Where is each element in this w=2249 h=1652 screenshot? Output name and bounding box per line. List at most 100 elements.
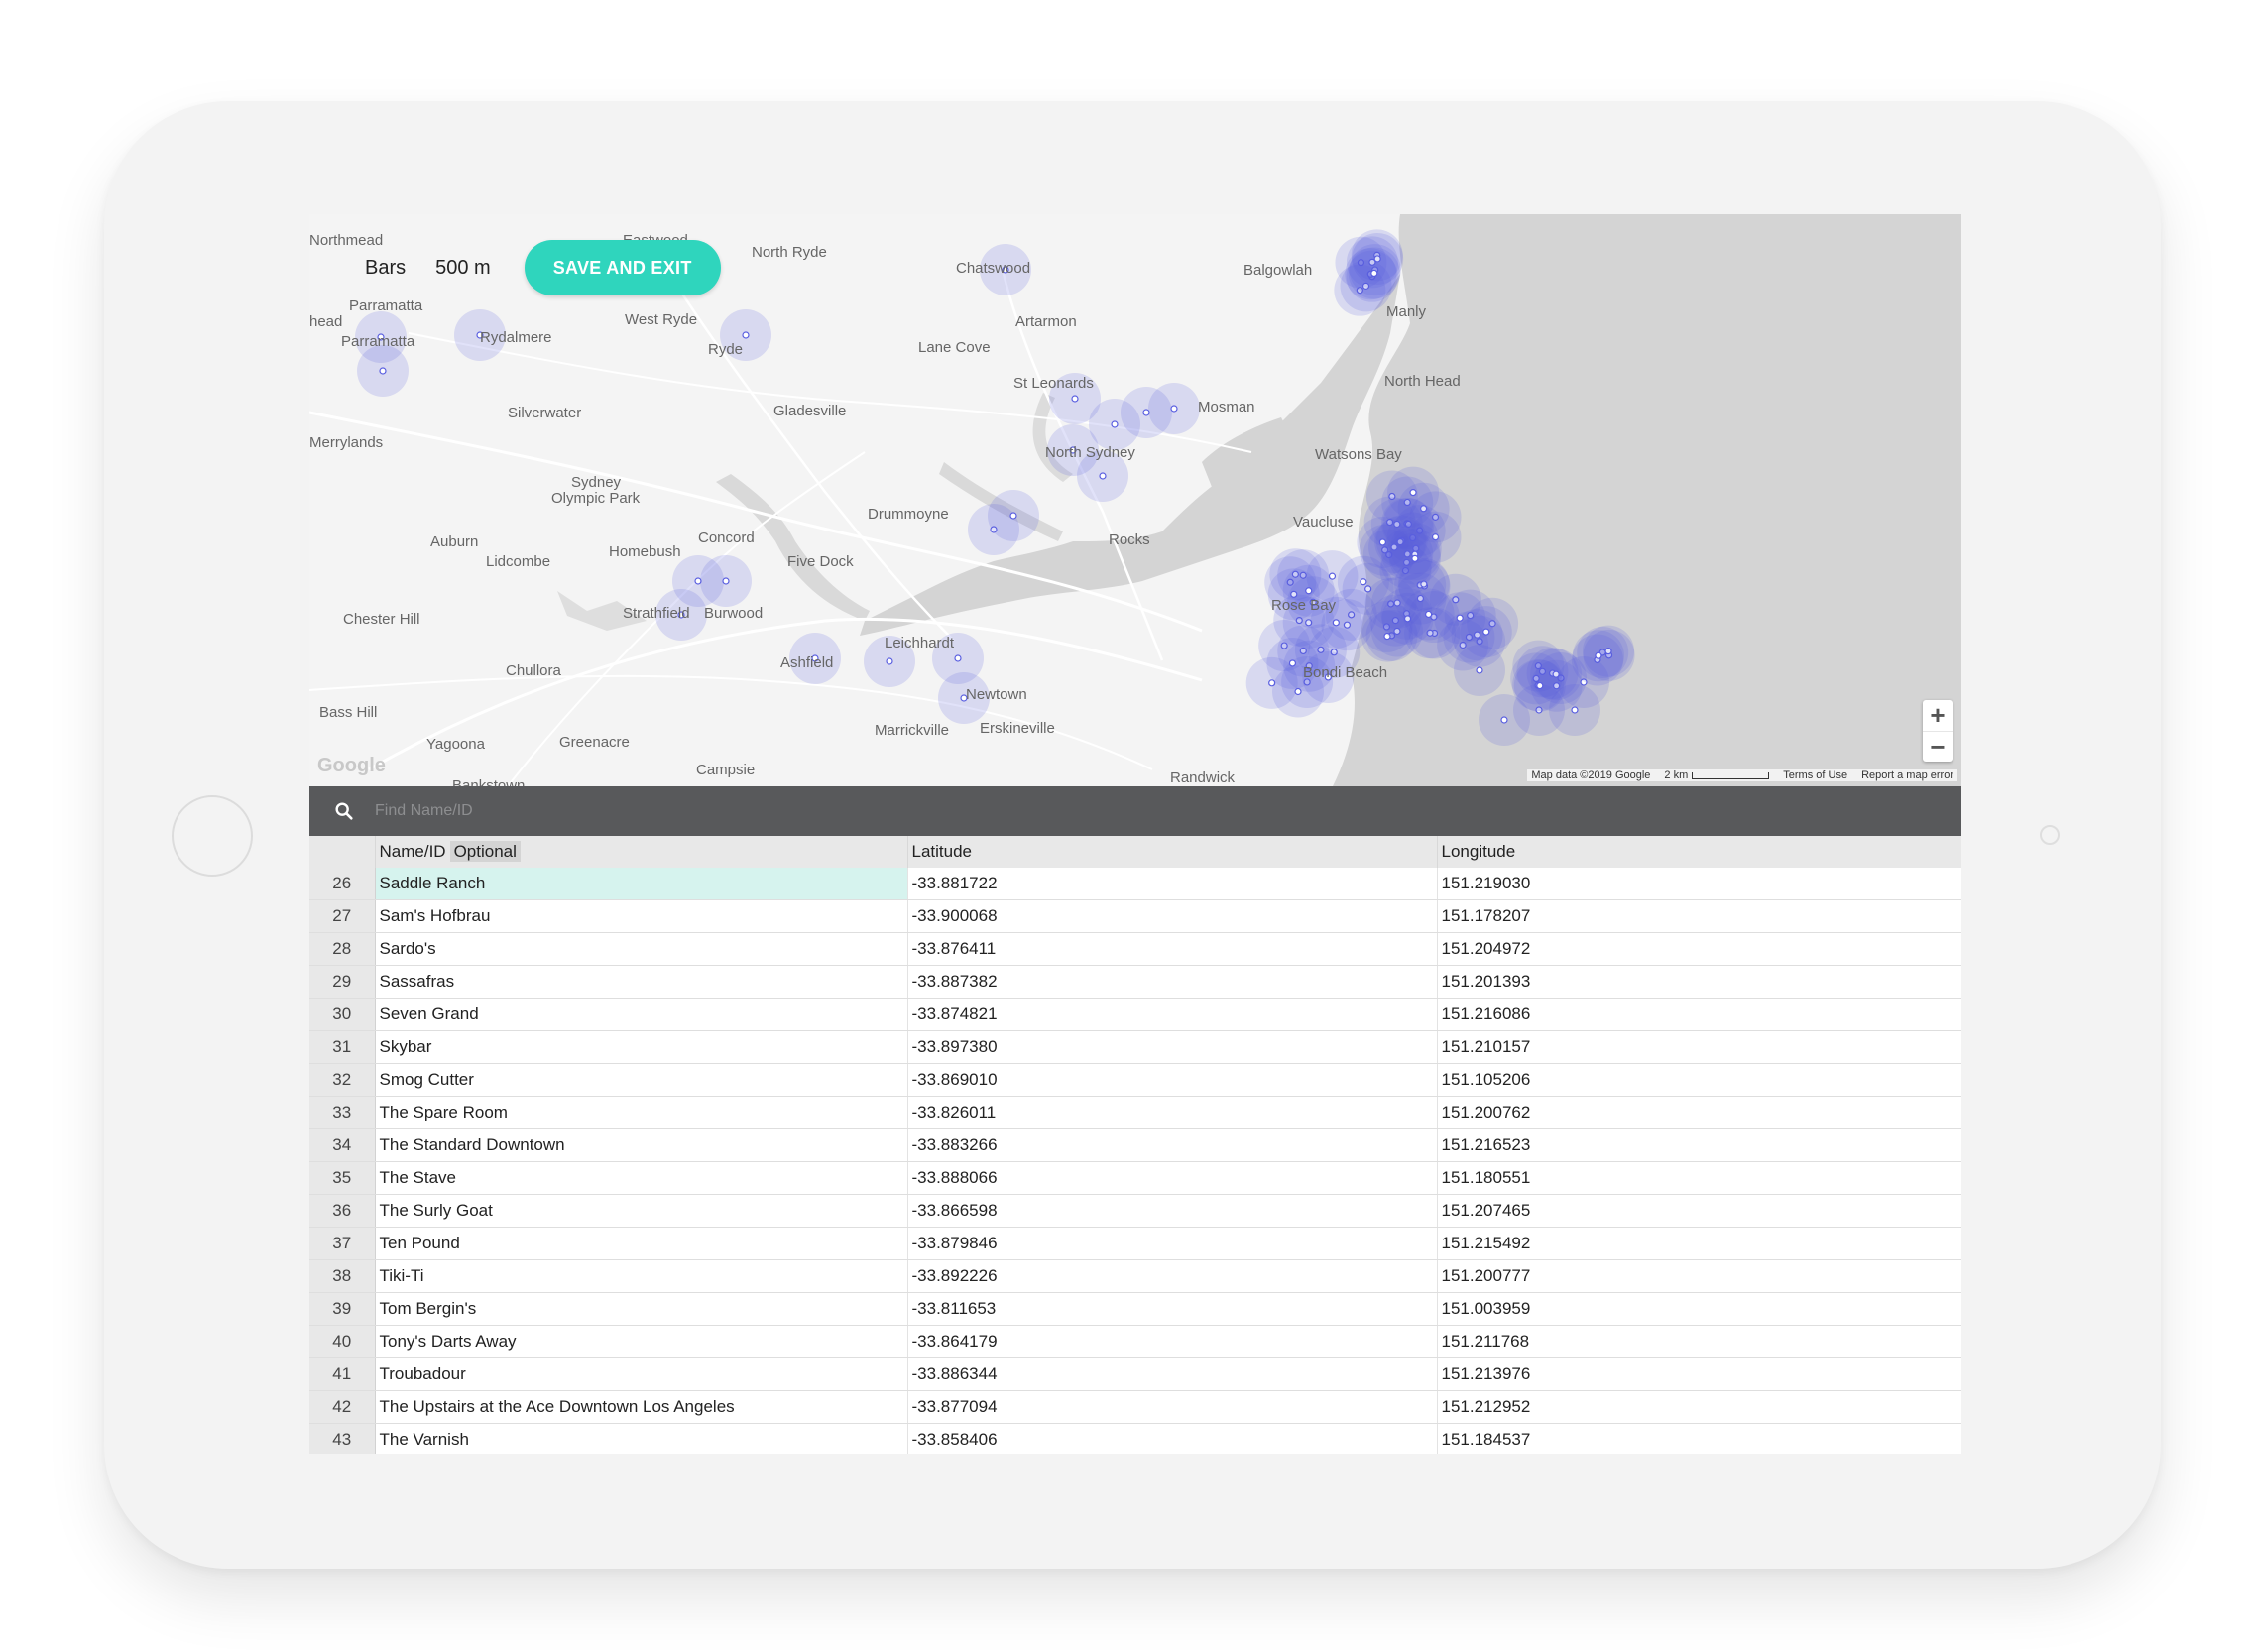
name-cell[interactable]: The Stave bbox=[375, 1161, 908, 1195]
row-index[interactable]: 28 bbox=[309, 932, 376, 966]
name-cell[interactable]: Skybar bbox=[375, 1030, 908, 1064]
table-row[interactable]: 38 Tiki-Ti -33.892226 151.200777 bbox=[309, 1259, 1961, 1293]
name-cell[interactable]: Tiki-Ti bbox=[375, 1259, 908, 1293]
report-link[interactable]: Report a map error bbox=[1861, 769, 1953, 781]
latitude-cell[interactable]: -33.858406 bbox=[907, 1423, 1438, 1454]
marker-dot[interactable] bbox=[1111, 420, 1119, 428]
radius-value[interactable]: 500 m bbox=[435, 257, 491, 280]
latitude-cell[interactable]: -33.864179 bbox=[907, 1325, 1438, 1358]
home-button[interactable] bbox=[172, 795, 253, 877]
marker-dot[interactable] bbox=[1425, 610, 1433, 619]
minus-icon[interactable]: − bbox=[1923, 732, 1953, 763]
row-index[interactable]: 38 bbox=[309, 1259, 376, 1293]
marker-dot[interactable] bbox=[1595, 651, 1602, 659]
name-cell[interactable]: The Standard Downtown bbox=[375, 1128, 908, 1162]
marker-dot[interactable] bbox=[1500, 716, 1508, 724]
longitude-cell[interactable]: 151.219030 bbox=[1437, 868, 1961, 900]
row-index[interactable]: 43 bbox=[309, 1423, 376, 1454]
marker-dot[interactable] bbox=[1476, 666, 1483, 674]
longitude-cell[interactable]: 151.213976 bbox=[1437, 1357, 1961, 1391]
longitude-cell[interactable]: 151.211768 bbox=[1437, 1325, 1961, 1358]
latitude-cell[interactable]: -33.886344 bbox=[907, 1357, 1438, 1391]
latitude-cell[interactable]: -33.892226 bbox=[907, 1259, 1438, 1293]
marker-dot[interactable] bbox=[722, 577, 730, 585]
marker-dot[interactable] bbox=[954, 654, 962, 662]
name-column-header[interactable]: Name/ID Optional bbox=[375, 836, 908, 868]
table-row[interactable]: 26 Saddle Ranch -33.881722 151.219030 bbox=[309, 868, 1961, 900]
table-row[interactable]: 28 Sardo's -33.876411 151.204972 bbox=[309, 932, 1961, 966]
table-row[interactable]: 29 Sassafras -33.887382 151.201393 bbox=[309, 965, 1961, 999]
map-view[interactable]: Northmead Eastwood North Ryde Chatswood … bbox=[309, 214, 1961, 786]
name-cell[interactable]: Sardo's bbox=[375, 932, 908, 966]
longitude-cell[interactable]: 151.200777 bbox=[1437, 1259, 1961, 1293]
name-cell[interactable]: Sassafras bbox=[375, 965, 908, 999]
table-row[interactable]: 41 Troubadour -33.886344 151.213976 bbox=[309, 1357, 1961, 1391]
marker-dot[interactable] bbox=[379, 367, 387, 375]
table-row[interactable]: 35 The Stave -33.888066 151.180551 bbox=[309, 1161, 1961, 1195]
marker-dot[interactable] bbox=[1305, 587, 1313, 595]
marker-dot[interactable] bbox=[1571, 706, 1579, 714]
longitude-cell[interactable]: 151.215492 bbox=[1437, 1227, 1961, 1260]
name-cell[interactable]: The Spare Room bbox=[375, 1096, 908, 1129]
marker-dot[interactable] bbox=[1370, 269, 1378, 278]
latitude-cell[interactable]: -33.883266 bbox=[907, 1128, 1438, 1162]
latitude-cell[interactable]: -33.866598 bbox=[907, 1194, 1438, 1228]
name-cell[interactable]: Tom Bergin's bbox=[375, 1292, 908, 1326]
table-row[interactable]: 36 The Surly Goat -33.866598 151.207465 bbox=[309, 1194, 1961, 1228]
latitude-column-header[interactable]: Latitude bbox=[907, 836, 1438, 868]
longitude-column-header[interactable]: Longitude bbox=[1437, 836, 1961, 868]
latitude-cell[interactable]: -33.888066 bbox=[907, 1161, 1438, 1195]
marker-dot[interactable] bbox=[1071, 395, 1079, 403]
name-cell[interactable]: The Upstairs at the Ace Downtown Los Ang… bbox=[375, 1390, 908, 1424]
row-index[interactable]: 31 bbox=[309, 1030, 376, 1064]
name-cell[interactable]: The Surly Goat bbox=[375, 1194, 908, 1228]
name-cell[interactable]: Seven Grand bbox=[375, 998, 908, 1031]
row-index[interactable]: 27 bbox=[309, 899, 376, 933]
save-and-exit-button[interactable]: SAVE AND EXIT bbox=[524, 240, 721, 295]
table-row[interactable]: 32 Smog Cutter -33.869010 151.105206 bbox=[309, 1063, 1961, 1097]
search-icon[interactable] bbox=[333, 800, 355, 822]
row-index[interactable]: 30 bbox=[309, 998, 376, 1031]
latitude-cell[interactable]: -33.869010 bbox=[907, 1063, 1438, 1097]
marker-dot[interactable] bbox=[1009, 512, 1017, 520]
name-cell[interactable]: Smog Cutter bbox=[375, 1063, 908, 1097]
longitude-cell[interactable]: 151.201393 bbox=[1437, 965, 1961, 999]
table-row[interactable]: 33 The Spare Room -33.826011 151.200762 bbox=[309, 1096, 1961, 1129]
longitude-cell[interactable]: 151.207465 bbox=[1437, 1194, 1961, 1228]
name-cell[interactable]: Tony's Darts Away bbox=[375, 1325, 908, 1358]
latitude-cell[interactable]: -33.876411 bbox=[907, 932, 1438, 966]
row-index[interactable]: 26 bbox=[309, 868, 376, 900]
marker-dot[interactable] bbox=[1456, 614, 1464, 622]
search-input[interactable] bbox=[373, 801, 873, 821]
longitude-cell[interactable]: 151.216086 bbox=[1437, 998, 1961, 1031]
name-cell[interactable]: The Varnish bbox=[375, 1423, 908, 1454]
table-row[interactable]: 39 Tom Bergin's -33.811653 151.003959 bbox=[309, 1292, 1961, 1326]
latitude-cell[interactable]: -33.897380 bbox=[907, 1030, 1438, 1064]
row-index[interactable]: 33 bbox=[309, 1096, 376, 1129]
table-row[interactable]: 40 Tony's Darts Away -33.864179 151.211768 bbox=[309, 1325, 1961, 1358]
longitude-cell[interactable]: 151.180551 bbox=[1437, 1161, 1961, 1195]
marker-dot[interactable] bbox=[1332, 619, 1340, 627]
marker-dot[interactable] bbox=[1360, 578, 1367, 586]
terms-link[interactable]: Terms of Use bbox=[1783, 769, 1847, 781]
longitude-cell[interactable]: 151.105206 bbox=[1437, 1063, 1961, 1097]
marker-dot[interactable] bbox=[1099, 472, 1107, 480]
latitude-cell[interactable]: -33.877094 bbox=[907, 1390, 1438, 1424]
optional-tag[interactable]: Optional bbox=[449, 841, 521, 862]
latitude-cell[interactable]: -33.881722 bbox=[907, 868, 1438, 900]
longitude-cell[interactable]: 151.210157 bbox=[1437, 1030, 1961, 1064]
row-index[interactable]: 35 bbox=[309, 1161, 376, 1195]
marker-dot[interactable] bbox=[742, 331, 750, 339]
row-index[interactable]: 40 bbox=[309, 1325, 376, 1358]
longitude-cell[interactable]: 151.184537 bbox=[1437, 1423, 1961, 1454]
longitude-cell[interactable]: 151.212952 bbox=[1437, 1390, 1961, 1424]
table-row[interactable]: 34 The Standard Downtown -33.883266 151.216… bbox=[309, 1128, 1961, 1162]
table-row[interactable]: 27 Sam's Hofbrau -33.900068 151.178207 bbox=[309, 899, 1961, 933]
name-cell[interactable]: Ten Pound bbox=[375, 1227, 908, 1260]
marker-dot[interactable] bbox=[1294, 687, 1302, 696]
name-cell[interactable]: Sam's Hofbrau bbox=[375, 899, 908, 933]
longitude-cell[interactable]: 151.216523 bbox=[1437, 1128, 1961, 1162]
row-index[interactable]: 37 bbox=[309, 1227, 376, 1260]
marker-dot[interactable] bbox=[1409, 489, 1417, 497]
table-row[interactable]: 37 Ten Pound -33.879846 151.215492 bbox=[309, 1227, 1961, 1260]
